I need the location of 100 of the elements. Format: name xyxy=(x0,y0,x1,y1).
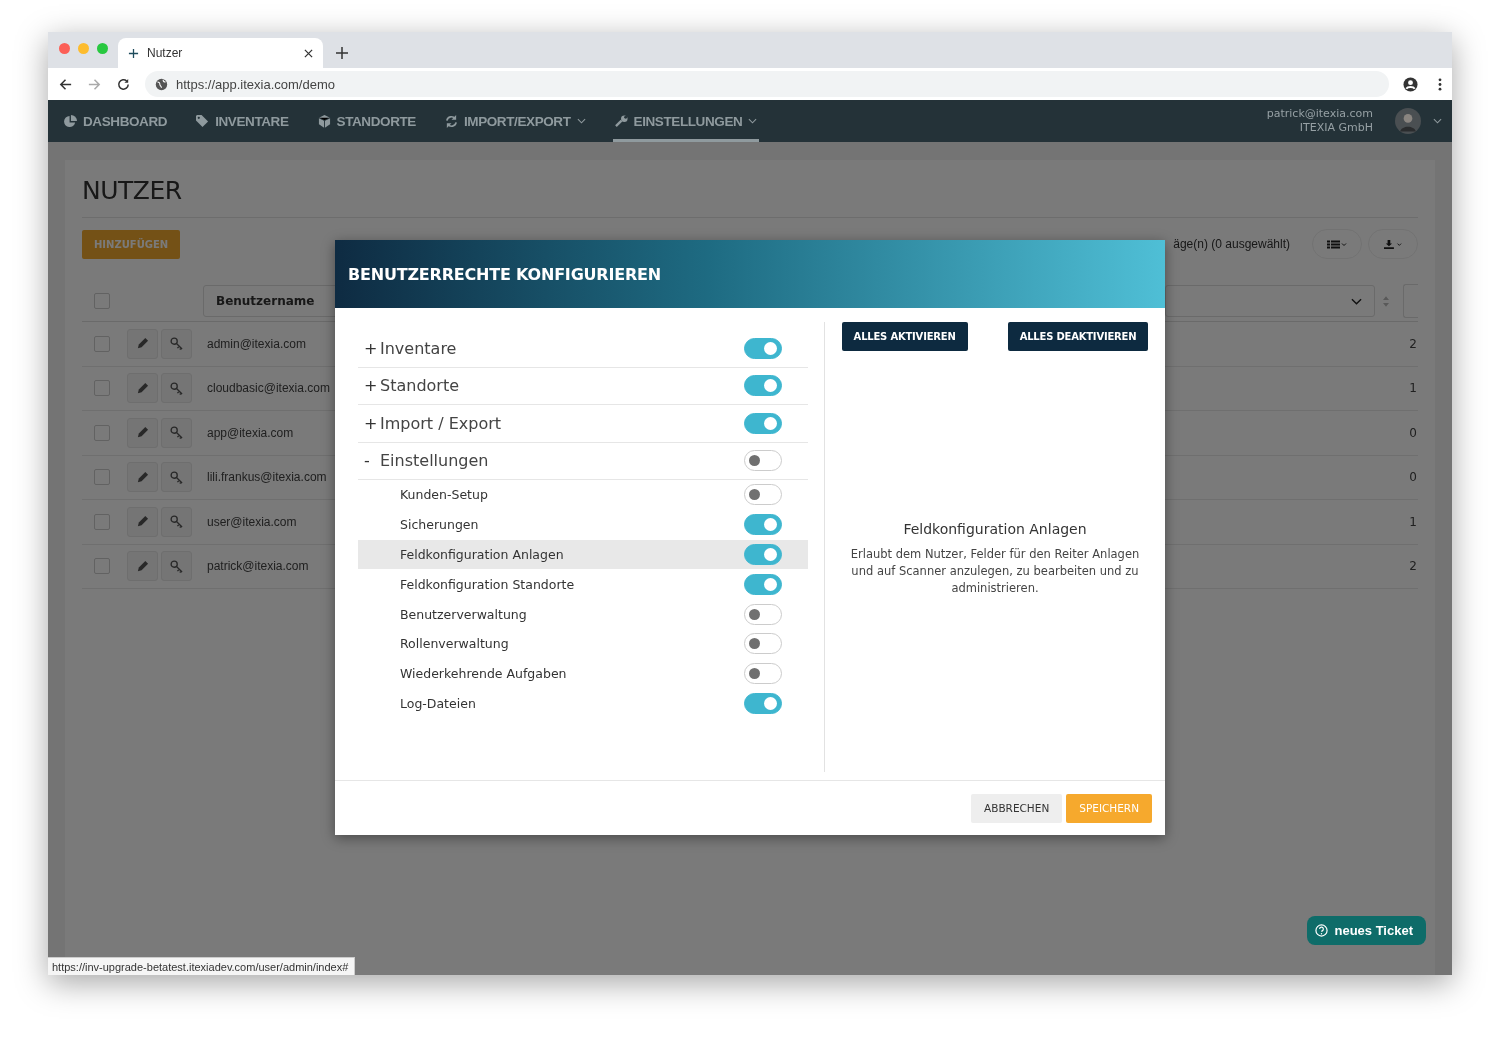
permissions-button[interactable] xyxy=(161,417,192,448)
pencil-icon xyxy=(136,559,149,573)
nav-tab[interactable]: EINSTELLUNGEN xyxy=(612,100,760,142)
permission-row[interactable]: Kunden-Setup xyxy=(358,480,808,510)
permission-row[interactable]: Benutzerverwaltung xyxy=(358,599,808,629)
toggle-switch[interactable] xyxy=(744,633,782,655)
toggle-switch[interactable] xyxy=(744,692,782,714)
permission-group-label: Einstellungen xyxy=(380,451,490,471)
permission-group-label: Standorte xyxy=(380,376,460,396)
permission-group[interactable]: + Inventare xyxy=(358,330,808,368)
avatar[interactable] xyxy=(1395,108,1421,134)
permissions-button[interactable] xyxy=(161,328,192,359)
expand-toggle[interactable]: + xyxy=(364,376,380,396)
permission-row[interactable]: Wiederkehrende Aufgaben xyxy=(358,658,808,689)
detail-description: Erlaubt dem Nutzer, Felder für den Reiter Anlagen und auf Scanner anzulegen, zu bearbeiten und zu administrieren. xyxy=(849,546,1141,597)
permission-group[interactable]: + Standorte xyxy=(358,367,808,405)
permission-label: Feldkonfiguration Standorte xyxy=(400,576,576,592)
permissions-button[interactable] xyxy=(161,506,192,537)
row-checkbox[interactable] xyxy=(94,558,110,575)
toggle-switch[interactable] xyxy=(744,544,782,565)
permission-label: Feldkonfiguration Anlagen xyxy=(400,547,565,562)
toggle-switch[interactable] xyxy=(744,603,782,625)
permissions-button[interactable] xyxy=(161,373,192,404)
permission-group[interactable]: - Einstellungen xyxy=(358,442,808,480)
edit-button[interactable] xyxy=(127,551,158,582)
permission-group-label: Inventare xyxy=(380,338,458,358)
expand-toggle[interactable]: - xyxy=(364,451,380,471)
username-cell: user@itexia.com xyxy=(207,514,297,529)
permissions-button[interactable] xyxy=(161,462,192,493)
columns-button[interactable] xyxy=(1312,229,1362,259)
row-checkbox[interactable] xyxy=(94,469,110,486)
deactivate-all-button[interactable]: ALLES DEAKTIVIEREN xyxy=(1007,322,1149,351)
profile-icon[interactable] xyxy=(1403,76,1418,92)
permission-row[interactable]: Feldkonfiguration Standorte xyxy=(358,569,808,600)
refresh-icon xyxy=(444,114,458,128)
tag-icon xyxy=(196,114,210,128)
expand-toggle[interactable]: + xyxy=(364,413,380,433)
edit-button[interactable] xyxy=(127,462,158,493)
toggle-switch[interactable] xyxy=(744,663,782,685)
table-cell: 0 xyxy=(1409,425,1417,440)
user-email: patrick@itexia.com xyxy=(1266,107,1373,121)
help-ticket-button[interactable]: neues Ticket xyxy=(1307,916,1426,945)
expand-toggle[interactable]: + xyxy=(364,338,380,358)
edit-button[interactable] xyxy=(127,328,158,359)
reload-icon[interactable] xyxy=(116,76,131,92)
nav-tab[interactable]: DASHBOARD xyxy=(62,100,170,142)
permission-group[interactable]: + Import / Export xyxy=(358,405,808,443)
toggle-switch[interactable] xyxy=(744,573,782,595)
toggle-switch[interactable] xyxy=(744,337,782,359)
activate-all-button[interactable]: ALLES AKTIVIEREN xyxy=(841,322,968,351)
dialog-title: BENUTZERRECHTE KONFIGURIEREN xyxy=(348,264,661,284)
nav-tab[interactable]: INVENTARE xyxy=(194,100,291,142)
nav-tab[interactable]: IMPORT/EXPORT xyxy=(442,100,588,142)
table-cell: 1 xyxy=(1409,514,1417,529)
permission-row[interactable]: Log-Dateien xyxy=(358,688,808,719)
detail-title: Feldkonfiguration Anlagen xyxy=(903,521,1087,537)
edit-button[interactable] xyxy=(127,373,158,404)
username-cell: cloudbasic@itexia.com xyxy=(207,381,330,396)
row-checkbox[interactable] xyxy=(94,380,110,397)
maximize-window-icon[interactable] xyxy=(97,42,108,54)
more-options-icon[interactable] xyxy=(1438,76,1442,92)
edit-button[interactable] xyxy=(127,506,158,537)
toggle-switch[interactable] xyxy=(744,375,782,397)
row-checkbox[interactable] xyxy=(94,424,110,441)
permission-row[interactable]: Sicherungen xyxy=(358,509,808,540)
toggle-switch[interactable] xyxy=(744,484,782,506)
toggle-switch[interactable] xyxy=(744,514,782,536)
key-icon xyxy=(170,559,183,573)
permission-label: Log-Dateien xyxy=(400,695,477,711)
close-window-icon[interactable] xyxy=(59,42,70,54)
cancel-button[interactable]: ABBRECHEN xyxy=(971,793,1063,823)
toggle-switch[interactable] xyxy=(744,450,782,472)
records-info: äge(n) (0 ausgewählt) xyxy=(1173,237,1290,251)
nav-tab[interactable]: STANDORTE xyxy=(315,100,418,142)
permission-label: Wiederkehrende Aufgaben xyxy=(400,666,568,682)
globe-icon xyxy=(155,77,168,91)
close-tab-icon[interactable] xyxy=(304,48,313,58)
list-caret-icon xyxy=(1327,239,1347,249)
table-cell: 2 xyxy=(1409,559,1417,574)
permission-row[interactable]: Rollenverwaltung xyxy=(358,629,808,659)
permission-row[interactable]: Feldkonfiguration Anlagen xyxy=(358,539,808,570)
key-icon xyxy=(170,337,183,351)
sort-icon[interactable] xyxy=(1383,295,1389,307)
export-button[interactable] xyxy=(1368,229,1418,259)
username-cell: lili.frankus@itexia.com xyxy=(207,470,327,485)
select-all-checkbox[interactable] xyxy=(94,293,110,309)
permissions-button[interactable] xyxy=(161,551,192,582)
key-icon xyxy=(170,426,183,440)
toggle-switch[interactable] xyxy=(744,412,782,434)
permission-label: Rollenverwaltung xyxy=(400,636,510,652)
chevron-down-icon xyxy=(1351,297,1362,305)
caret-icon[interactable] xyxy=(1433,118,1442,124)
edit-button[interactable] xyxy=(127,417,158,448)
browser-tab[interactable]: Nutzer xyxy=(118,38,323,68)
new-tab-icon[interactable] xyxy=(336,47,348,59)
address-field[interactable]: https://app.itexia.com/demo xyxy=(145,71,1389,97)
row-checkbox[interactable] xyxy=(94,335,110,352)
row-checkbox[interactable] xyxy=(94,513,110,530)
download-caret-icon xyxy=(1383,239,1403,249)
table-cell: 1 xyxy=(1409,381,1417,396)
